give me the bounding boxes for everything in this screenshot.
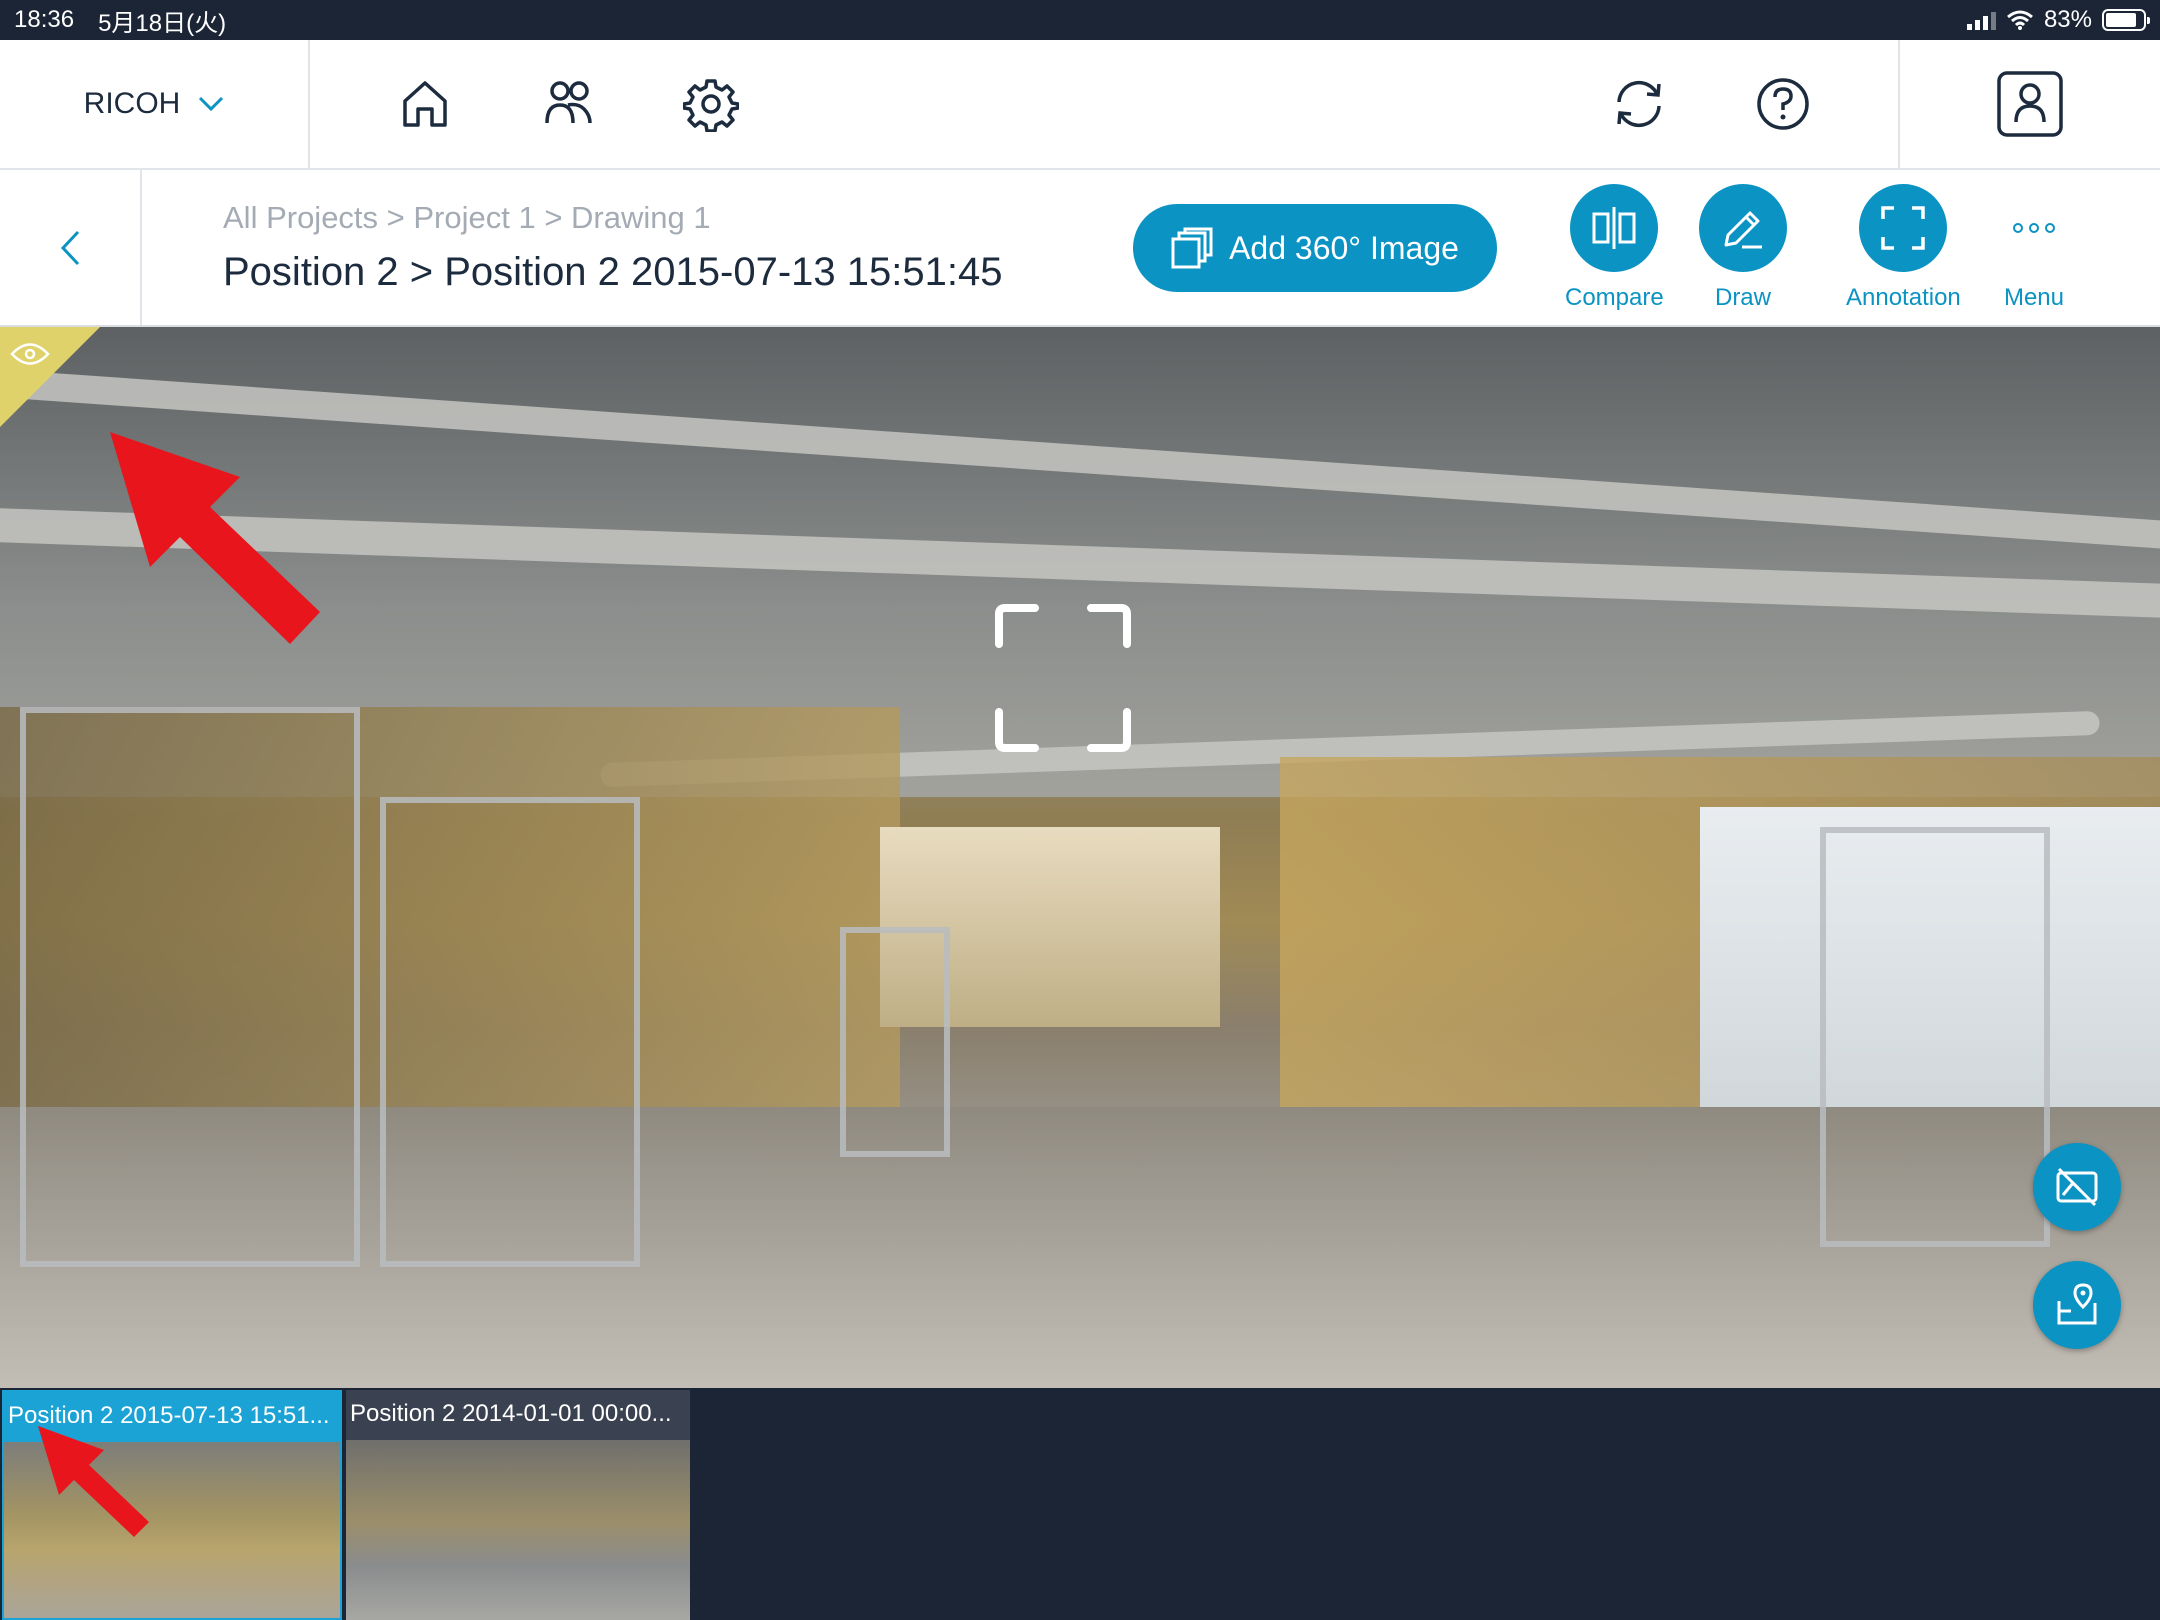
scaffold — [380, 797, 640, 1267]
menu-button[interactable]: Menu — [1990, 184, 2078, 312]
scaffold — [840, 927, 950, 1157]
floor-plan-button[interactable] — [2033, 1261, 2121, 1349]
brand-label: RICOH — [83, 87, 181, 120]
add-360-image-button[interactable]: Add 360° Image — [1133, 204, 1497, 292]
draw-button[interactable]: Draw — [1699, 184, 1787, 312]
annotation-arrow — [110, 432, 320, 644]
brand-selector[interactable]: RICOH — [0, 40, 310, 168]
page-title: Position 2 > Position 2 2015-07-13 15:51… — [223, 250, 1003, 294]
annotation-button[interactable]: Annotation — [1846, 184, 1961, 312]
chevron-down-icon — [199, 96, 224, 112]
annotation-frame-icon — [1881, 206, 1926, 250]
annotation-label: Annotation — [1846, 284, 1961, 311]
panorama-viewer[interactable] — [0, 327, 2160, 1388]
add-360-image-label: Add 360° Image — [1229, 229, 1459, 266]
hide-annotations-button[interactable] — [2033, 1143, 2121, 1231]
back-button[interactable] — [0, 170, 142, 325]
map-pin-icon — [2057, 1283, 2097, 1325]
menu-label: Menu — [2003, 284, 2065, 311]
battery-icon — [2102, 9, 2150, 31]
eye-icon — [10, 343, 50, 365]
thumbnail-item[interactable]: Position 2 2014-01-01 00:00... — [346, 1390, 690, 1620]
scaffold — [1820, 827, 2050, 1247]
top-navigation: RICOH — [0, 40, 2160, 170]
sub-header: All Projects > Project 1 > Drawing 1 Pos… — [0, 170, 2160, 327]
thumbnail-strip: Position 2 2015-07-13 15:51... Position … — [0, 1388, 2160, 1620]
draw-label: Draw — [1714, 284, 1771, 311]
pencil-icon — [1724, 211, 1762, 249]
settings-icon[interactable] — [679, 72, 743, 136]
images-stack-icon — [1171, 227, 1213, 269]
status-date: 5月18日(火) — [98, 9, 227, 37]
cellular-signal-icon — [1966, 10, 1996, 30]
profile-section — [1898, 40, 2160, 168]
annotation-hide-icon — [2056, 1167, 2098, 1207]
status-right: 83% — [1966, 6, 2150, 34]
more-dots-icon — [2013, 223, 2055, 233]
status-time: 18:36 — [14, 6, 75, 33]
battery-percent: 83% — [2043, 6, 2092, 33]
breadcrumb[interactable]: All Projects > Project 1 > Drawing 1 — [223, 200, 711, 236]
thumbnail-image — [346, 1440, 690, 1620]
help-icon[interactable] — [1751, 72, 1815, 136]
profile-icon[interactable] — [1996, 70, 2064, 138]
status-bar: 18:36 5月18日(火) 83% — [0, 0, 2160, 40]
scaffold — [20, 707, 360, 1267]
sync-icon[interactable] — [1607, 72, 1671, 136]
chevron-left-icon — [60, 230, 80, 265]
home-icon[interactable] — [393, 72, 457, 136]
compare-label: Compare — [1565, 284, 1664, 311]
thumbnail-caption: Position 2 2014-01-01 00:00... — [346, 1390, 690, 1440]
thumbnail-item-selected[interactable]: Position 2 2015-07-13 15:51... — [2, 1390, 342, 1620]
compare-icon — [1592, 207, 1636, 249]
annotation-arrow — [38, 1426, 149, 1537]
users-icon[interactable] — [537, 72, 601, 136]
wifi-icon — [2006, 10, 2033, 30]
focus-frame-icon[interactable] — [995, 604, 1131, 752]
compare-button[interactable]: Compare — [1565, 184, 1664, 312]
